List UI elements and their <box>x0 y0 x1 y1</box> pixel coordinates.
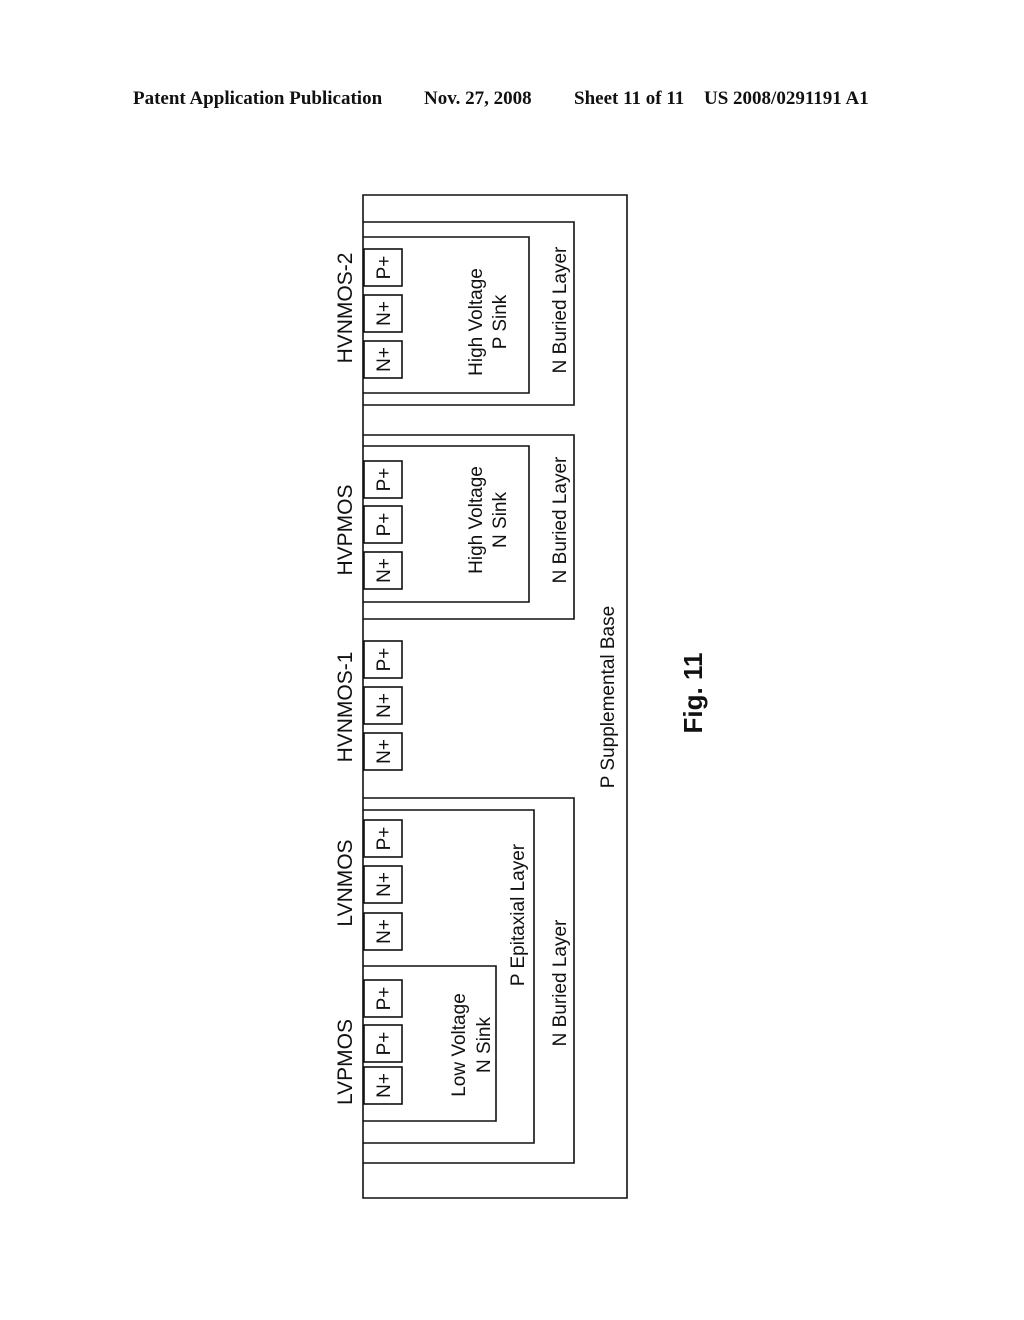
lvpmos-terminal-1: N+ <box>363 1066 403 1105</box>
hvpmos-n-buried-layer-label: N Buried Layer <box>550 456 571 583</box>
hvnmos2-device-label: HVNMOS-2 <box>334 253 357 364</box>
hvnmos2-terminal-3: P+ <box>363 248 403 287</box>
lvpmos-well-label-1: Low Voltage <box>449 993 470 1097</box>
hvpmos-device-label: HVPMOS <box>334 484 357 575</box>
hvpmos-terminal-1: N+ <box>363 551 403 590</box>
hvnmos2-n-buried-layer-label: N Buried Layer <box>550 246 571 373</box>
terminal-label: P+ <box>374 987 395 1011</box>
hvnmos1-terminal-2: N+ <box>363 686 403 725</box>
hvpmos-well-label-1: High Voltage <box>466 466 487 574</box>
lvpmos-well-label-2: N Sink <box>474 1017 495 1073</box>
terminal-label: P+ <box>374 256 395 280</box>
hvpmos-well-label-2: N Sink <box>490 492 511 548</box>
hvnmos1-device-label: HVNMOS-1 <box>334 652 357 763</box>
terminal-label: N+ <box>374 301 395 326</box>
terminal-label: P+ <box>374 827 395 851</box>
hvpmos-terminal-2: P+ <box>363 505 403 544</box>
terminal-label: P+ <box>374 1032 395 1056</box>
lvpmos-terminal-3: P+ <box>363 979 403 1018</box>
terminal-label: P+ <box>374 513 395 537</box>
terminal-label: N+ <box>374 739 395 764</box>
lvnmos-device-label: LVNMOS <box>334 839 357 926</box>
p-epitaxial-layer-label: P Epitaxial Layer <box>508 843 529 986</box>
terminal-label: P+ <box>374 468 395 492</box>
p-supplemental-base-label: P Supplemental Base <box>598 606 619 788</box>
lvpmos-terminal-2: P+ <box>363 1024 403 1063</box>
lvnmos-terminal-1: N+ <box>363 912 403 951</box>
hvnmos1-terminal-1: N+ <box>363 732 403 771</box>
hvpmos-terminal-3: P+ <box>363 460 403 499</box>
terminal-label: N+ <box>374 872 395 897</box>
lvnmos-terminal-2: N+ <box>363 865 403 904</box>
terminal-label: N+ <box>374 558 395 583</box>
lvpmos-device-label: LVPMOS <box>334 1019 357 1105</box>
hvnmos2-well-label-2: P Sink <box>490 294 511 349</box>
semiconductor-cross-section-diagram: N+ P+ P+ N+ N+ P+ N+ N+ P+ N+ P+ P+ N+ N+ P+ LVPMOS LVN… <box>334 194 708 1199</box>
lvnmos-terminal-3: P+ <box>363 819 403 858</box>
lv-n-buried-layer-label: N Buried Layer <box>550 919 571 1046</box>
hvnmos2-terminal-1: N+ <box>363 340 403 379</box>
figure-caption: Fig. 11 <box>678 653 708 734</box>
hvnmos1-terminal-3: P+ <box>363 640 403 679</box>
hvnmos2-well-label-1: High Voltage <box>466 268 487 376</box>
terminal-label: N+ <box>374 919 395 944</box>
hvnmos2-terminal-2: N+ <box>363 294 403 333</box>
terminal-label: N+ <box>374 693 395 718</box>
terminal-label: N+ <box>374 347 395 372</box>
terminal-label: N+ <box>374 1073 395 1098</box>
terminal-label: P+ <box>374 648 395 672</box>
